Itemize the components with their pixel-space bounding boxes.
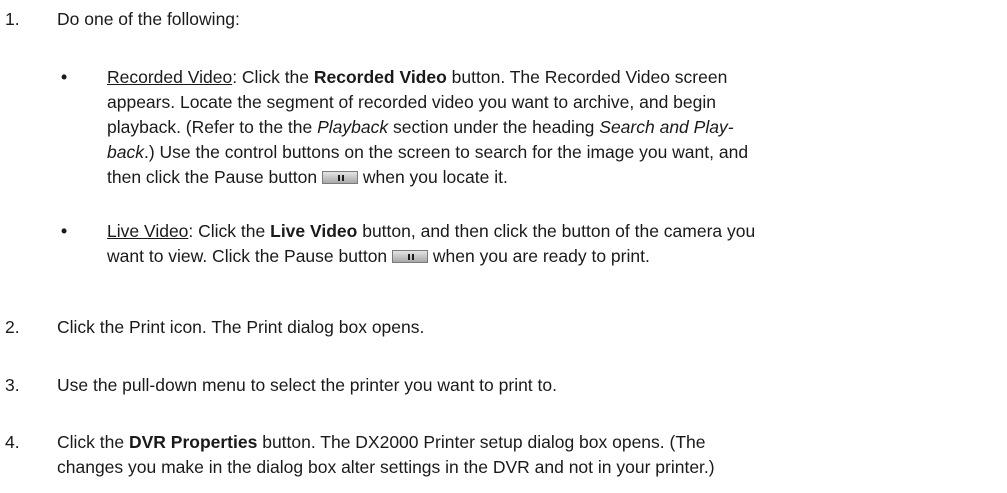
text-run: : Click the (232, 67, 314, 87)
recorded-video-link[interactable]: Recorded Video (107, 67, 232, 87)
text-run: playback. (Refer to the the (107, 117, 318, 137)
pause-button-icon (392, 250, 429, 263)
step-line: Click the DVR Properties button. The DX2… (57, 430, 987, 455)
step-number: 2. (5, 317, 20, 337)
step-number: 1. (5, 9, 20, 29)
text-run: : Click the (188, 221, 271, 241)
bullet-line: back.) Use the control buttons on the sc… (107, 140, 992, 165)
step-line: changes you make in the dialog box alter… (57, 457, 715, 477)
search-playback-reference-cont: back (107, 142, 144, 162)
step-text: Click the Print icon. The Print dialog b… (57, 317, 425, 337)
text-run: section under the heading (388, 117, 600, 137)
text-run: button. The DX2000 Printer setup dialog … (257, 432, 706, 452)
bullet-line: appears. Locate the segment of recorded … (107, 92, 717, 112)
bullet-line: Live Video: Click the Live Video button,… (107, 219, 992, 244)
bullet-line: want to view. Click the Pause button whe… (107, 244, 992, 269)
bullet-line: playback. (Refer to the the Playback sec… (107, 115, 992, 140)
step-text: Use the pull-down menu to select the pri… (57, 375, 557, 395)
step-number: 3. (5, 375, 20, 395)
step-text: Click the DVR Properties button. The DX2… (57, 430, 987, 480)
step-text: Do one of the following: (57, 9, 240, 29)
bullet-line: Recorded Video: Click the Recorded Video… (107, 65, 992, 90)
text-run: button. The Recorded Video screen (446, 67, 728, 87)
bullet-text: Recorded Video: Click the Recorded Video… (107, 65, 992, 190)
bullet-dot: • (61, 221, 68, 241)
bullet-text: Live Video: Click the Live Video button,… (107, 219, 992, 269)
text-run: when you locate it. (358, 167, 508, 187)
recorded-video-button-name: Recorded Video (313, 67, 447, 87)
dvr-properties-button-name: DVR Properties (128, 432, 258, 452)
text-run: button, and then click the button of the… (357, 221, 756, 241)
text-run: when you are ready to print. (428, 246, 650, 266)
bullet-dot: • (61, 67, 68, 87)
text-run: then click the Pause button (107, 167, 322, 187)
live-video-link[interactable]: Live Video (107, 221, 188, 241)
search-playback-reference: Search and Play- (599, 117, 734, 137)
manual-page: 1. Do one of the following: • Recorded V… (0, 0, 1007, 493)
live-video-button-name: Live Video (270, 221, 358, 241)
pause-button-icon (322, 171, 358, 184)
playback-reference: Playback (317, 117, 389, 137)
bullet-line: then click the Pause button when you loc… (107, 165, 992, 190)
step-number: 4. (5, 432, 20, 452)
text-run: .) Use the control buttons on the screen… (143, 142, 749, 162)
text-run: Click the (57, 432, 129, 452)
text-run: want to view. Click the Pause button (107, 246, 393, 266)
